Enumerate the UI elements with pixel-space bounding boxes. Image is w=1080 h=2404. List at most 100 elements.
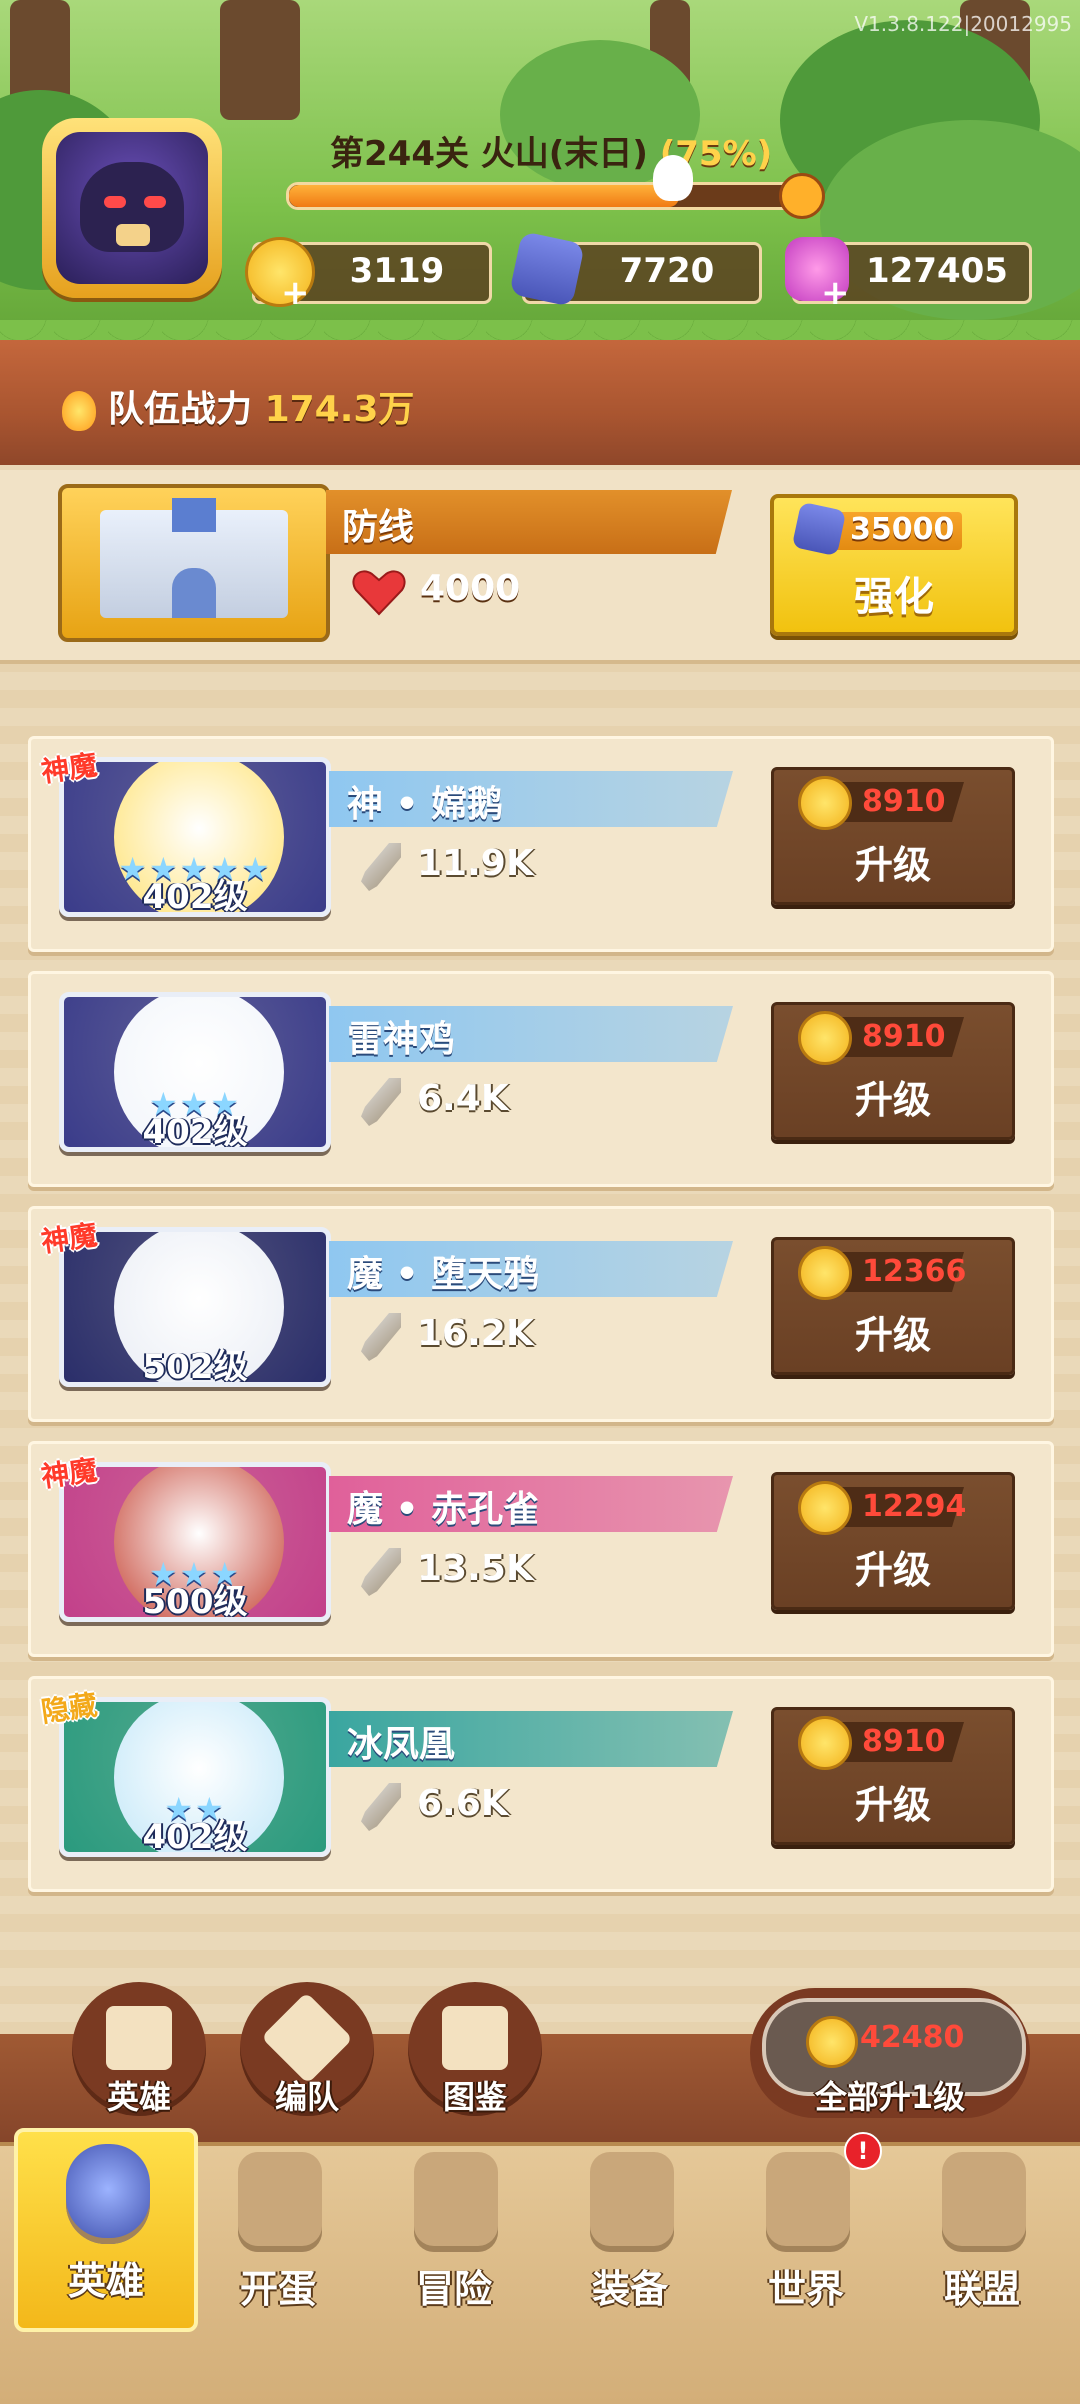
hero-row[interactable]: ★★ 402级 隐藏冰凤凰 6.6K 8910 升级 xyxy=(28,1676,1054,1892)
sword-icon xyxy=(361,1078,401,1126)
gold-counter[interactable]: + 3119 xyxy=(245,237,492,313)
gold-coin-icon xyxy=(798,776,852,830)
stage-progress-bar xyxy=(286,155,825,219)
hero-avatar-icon xyxy=(66,2144,150,2244)
upgrade-cost: 8910 xyxy=(862,1019,946,1054)
upgrade-cost: 12294 xyxy=(862,1489,967,1524)
nav-world[interactable]: 世界! xyxy=(718,2132,894,2330)
sword-icon xyxy=(361,1783,401,1831)
player-avatar[interactable] xyxy=(42,118,222,298)
sword-icon xyxy=(361,1548,401,1596)
hero-name: 雷神鸡 xyxy=(347,1019,456,1060)
hero-power: 6.4K xyxy=(417,1078,509,1119)
boss-marker-icon xyxy=(779,173,825,219)
hero-name: 神 • 嫦鹅 xyxy=(347,784,504,825)
hero-tag: 神魔 xyxy=(39,748,100,789)
hero-portrait[interactable]: ★★★ 402级 xyxy=(59,992,331,1152)
nav-heroes[interactable]: 英雄 xyxy=(14,2128,198,2332)
hero-tag: 隐藏 xyxy=(39,1688,100,1729)
anvil-icon xyxy=(590,2152,674,2252)
hero-power: 6.6K xyxy=(417,1783,509,1824)
rune-counter[interactable]: 7720 xyxy=(509,231,762,307)
hero-level: 502级 xyxy=(142,1347,248,1387)
hero-row[interactable]: 502级 神魔魔 • 堕天鸦 16.2K 12366 升级 xyxy=(28,1206,1054,1422)
upgrade-button[interactable]: 12366 升级 xyxy=(771,1237,1015,1375)
hero-portrait[interactable]: ★★ 402级 xyxy=(59,1697,331,1857)
upgrade-all-label: 全部升1级 xyxy=(814,2078,966,2116)
add-gold-icon: + xyxy=(281,273,310,313)
hero-tag: 神魔 xyxy=(39,1453,100,1494)
hero-portrait[interactable]: ★★★★★ 402级 xyxy=(59,757,331,917)
shield-icon xyxy=(942,2152,1026,2252)
alert-badge: ! xyxy=(844,2132,882,2170)
upgrade-label: 升级 xyxy=(854,1078,931,1122)
upgrade-button[interactable]: 12294 升级 xyxy=(771,1472,1015,1610)
team-power: 队伍战力 174.3万 xyxy=(62,380,414,432)
upgrade-label: 升级 xyxy=(854,843,931,887)
hero-power: 16.2K xyxy=(417,1313,534,1354)
gold-coin-icon xyxy=(806,2016,858,2068)
nav-alliance[interactable]: 联盟 xyxy=(894,2140,1070,2330)
formation-tool-button[interactable]: 编队 xyxy=(240,1982,374,2122)
hero-row[interactable]: ★★★★★ 402级 神魔神 • 嫦鹅 11.9K 8910 升级 xyxy=(28,736,1054,952)
egg-icon xyxy=(238,2152,322,2252)
crossed-swords-icon xyxy=(414,2152,498,2252)
enhance-label: 强化 xyxy=(854,574,934,620)
nav-equipment[interactable]: 装备 xyxy=(542,2140,718,2330)
gold-coin-icon xyxy=(798,1011,852,1065)
hero-level: 402级 xyxy=(142,877,248,917)
upgrade-cost: 8910 xyxy=(862,784,946,819)
hero-portrait[interactable]: 502级 xyxy=(59,1227,331,1387)
goose-marker-icon xyxy=(653,155,693,201)
hero-row[interactable]: ★★★ 500级 神魔魔 • 赤孔雀 13.5K 12294 升级 xyxy=(28,1441,1054,1657)
upgrade-all-cost: 42480 xyxy=(860,2020,965,2055)
rune-stone-icon xyxy=(791,501,847,557)
hero-level: 402级 xyxy=(142,1817,248,1857)
nav-adventure[interactable]: 冒险 xyxy=(366,2140,542,2330)
hero-name: 冰凤凰 xyxy=(347,1724,456,1765)
hero-level: 500级 xyxy=(142,1582,248,1622)
book-icon xyxy=(442,2006,508,2070)
add-gem-icon: + xyxy=(821,273,850,313)
hero-name: 魔 • 堕天鸦 xyxy=(347,1254,540,1295)
codex-tool-button[interactable]: 图鉴 xyxy=(408,1982,542,2122)
sword-icon xyxy=(361,1313,401,1361)
fire-icon xyxy=(62,391,96,431)
hero-row[interactable]: ★★★ 402级 雷神鸡 6.4K 8910 升级 xyxy=(28,971,1054,1187)
sword-icon xyxy=(361,843,401,891)
map-icon xyxy=(766,2152,850,2252)
progress-fill xyxy=(289,185,679,207)
upgrade-button[interactable]: 8910 升级 xyxy=(771,1002,1015,1140)
upgrade-label: 升级 xyxy=(854,1548,931,1592)
castle-icon xyxy=(58,484,330,642)
upgrade-cost: 12366 xyxy=(862,1254,967,1289)
gem-counter[interactable]: + 127405 xyxy=(785,237,1032,313)
hero-power: 13.5K xyxy=(417,1548,534,1589)
hero-tag: 神魔 xyxy=(39,1218,100,1259)
hero-portrait[interactable]: ★★★ 500级 xyxy=(59,1462,331,1622)
gold-coin-icon xyxy=(798,1716,852,1770)
hero-level: 402级 xyxy=(142,1112,248,1152)
upgrade-label: 升级 xyxy=(854,1783,931,1827)
stage-name: 第244关 火山(末日) xyxy=(330,134,648,174)
defense-name: 防线 xyxy=(342,507,415,548)
rune-stone-icon xyxy=(509,231,585,307)
heart-icon xyxy=(352,570,406,616)
hero-name: 魔 • 赤孔雀 xyxy=(347,1489,540,1530)
upgrade-label: 升级 xyxy=(854,1313,931,1357)
version-label: V1.3.8.122|20012995 xyxy=(854,12,1072,36)
upgrade-button[interactable]: 8910 升级 xyxy=(771,767,1015,905)
stage-title: 第244关 火山(末日) (75%) xyxy=(330,126,772,175)
hero-power: 11.9K xyxy=(417,843,534,884)
defense-hp: 4000 xyxy=(420,568,521,609)
enhance-button[interactable]: 35000 强化 xyxy=(770,494,1018,636)
list-icon xyxy=(106,2006,172,2070)
gold-coin-icon xyxy=(798,1481,852,1535)
heroes-tool-button[interactable]: 英雄 xyxy=(72,1982,206,2122)
upgrade-button[interactable]: 8910 升级 xyxy=(771,1707,1015,1845)
upgrade-cost: 8910 xyxy=(862,1724,946,1759)
nav-eggs[interactable]: 开蛋 xyxy=(190,2140,366,2330)
upgrade-all-button[interactable]: 42480 全部升1级 xyxy=(750,1988,1030,2118)
gold-coin-icon xyxy=(798,1246,852,1300)
enhance-cost: 35000 xyxy=(850,512,955,547)
